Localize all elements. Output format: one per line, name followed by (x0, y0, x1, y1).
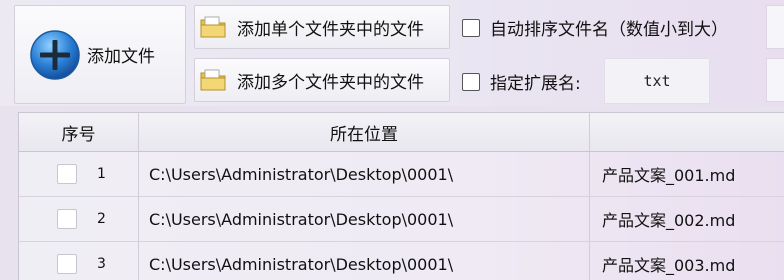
table-row[interactable]: 3 C:\Users\Administrator\Desktop\0001\ 产… (19, 242, 784, 280)
table-row[interactable]: 1 C:\Users\Administrator\Desktop\0001\ 产… (19, 152, 784, 197)
add-files-button[interactable]: 添加文件 (14, 5, 186, 104)
header-location[interactable]: 所在位置 (139, 113, 590, 151)
row-checkbox[interactable] (57, 164, 77, 184)
add-single-folder-button[interactable]: 添加单个文件夹中的文件 (194, 5, 450, 49)
header-filename[interactable] (590, 113, 784, 151)
add-single-folder-label: 添加单个文件夹中的文件 (237, 19, 424, 40)
row-index-cell: 3 (19, 242, 139, 280)
row-checkbox[interactable] (57, 209, 77, 229)
edge-button-top[interactable] (766, 5, 784, 49)
row-index-cell: 2 (19, 197, 139, 241)
row-path: C:\Users\Administrator\Desktop\0001\ (139, 197, 590, 241)
row-filename: 产品文案_003.md (602, 256, 736, 275)
row-index-cell: 1 (19, 152, 139, 196)
row-index: 3 (97, 256, 106, 272)
toolbar: 添加文件 添加单个文件夹中的文件 添加多个文件夹中的文件 自动排序文件名（数值小… (0, 0, 784, 106)
auto-sort-label: 自动排序文件名（数值小到大） (490, 20, 728, 40)
ext-option[interactable]: 指定扩展名: (462, 69, 581, 94)
auto-sort-option[interactable]: 自动排序文件名（数值小到大） (462, 15, 728, 40)
file-table: 序号 所在位置 1 C:\Users\Administrator\Desktop… (18, 112, 784, 280)
extension-input[interactable]: txt (604, 58, 710, 104)
ext-label: 指定扩展名: (490, 74, 581, 94)
table-row[interactable]: 2 C:\Users\Administrator\Desktop\0001\ 产… (19, 197, 784, 242)
auto-sort-checkbox[interactable] (462, 18, 480, 37)
row-index: 1 (97, 166, 106, 182)
edge-button-bottom[interactable] (766, 58, 784, 102)
extension-value: txt (643, 72, 671, 90)
header-index[interactable]: 序号 (19, 113, 139, 151)
row-path: C:\Users\Administrator\Desktop\0001\ (139, 152, 590, 196)
row-filename: 产品文案_001.md (602, 166, 736, 185)
folder-icon (200, 16, 226, 38)
plus-circle-icon (30, 29, 80, 80)
table-header: 序号 所在位置 (19, 113, 784, 152)
row-checkbox[interactable] (57, 254, 77, 274)
add-files-label: 添加文件 (87, 47, 155, 67)
add-multi-folder-button[interactable]: 添加多个文件夹中的文件 (194, 58, 450, 102)
row-index: 2 (97, 211, 106, 227)
row-path: C:\Users\Administrator\Desktop\0001\ (139, 242, 590, 280)
row-filename: 产品文案_002.md (602, 211, 736, 230)
ext-checkbox[interactable] (462, 72, 480, 91)
folder-icon (200, 69, 226, 91)
add-multi-folder-label: 添加多个文件夹中的文件 (237, 72, 424, 93)
